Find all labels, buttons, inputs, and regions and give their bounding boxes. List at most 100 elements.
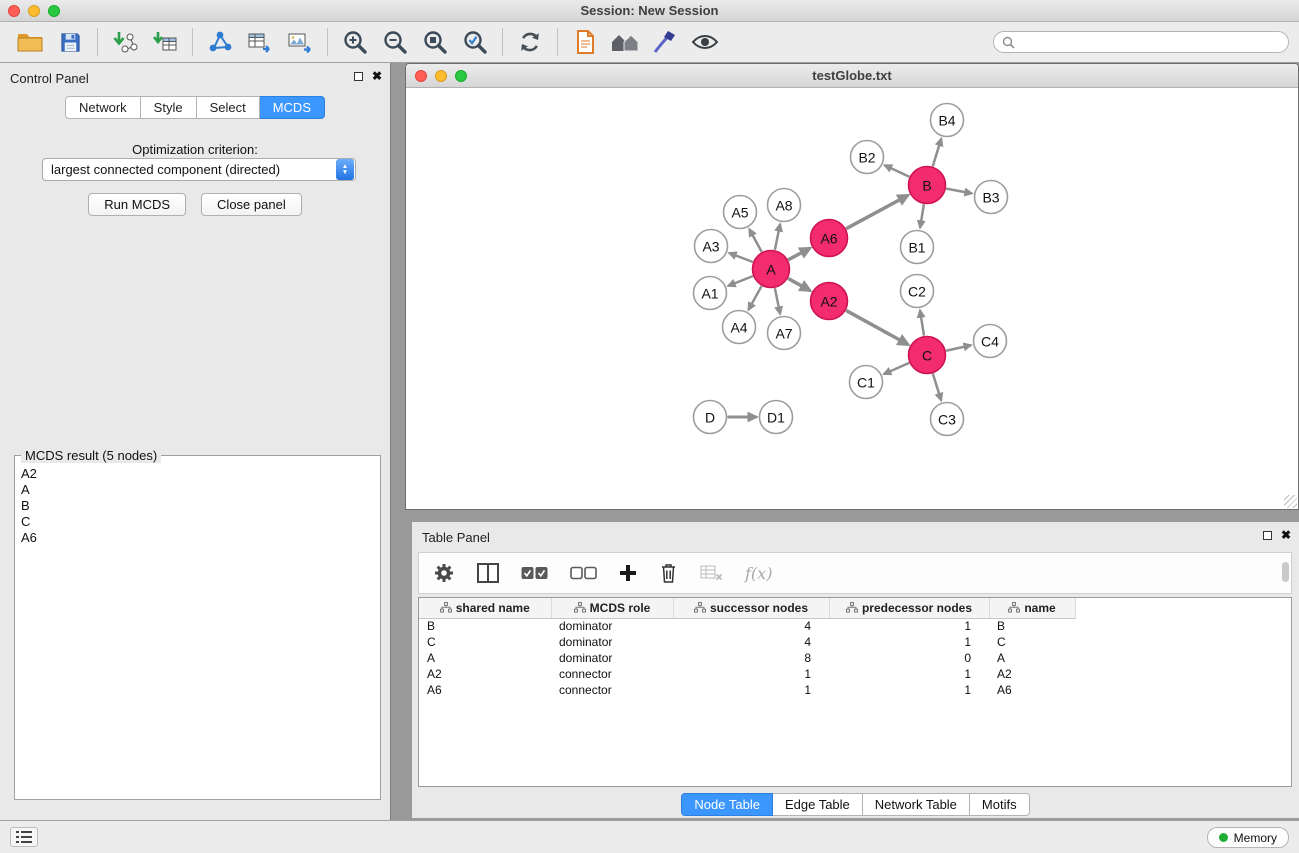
table-scrollbar-thumb[interactable] <box>1282 562 1289 582</box>
edge-C-C1[interactable] <box>884 363 909 374</box>
zoom-selected-button[interactable] <box>455 25 495 59</box>
edge-B-B4[interactable] <box>933 139 942 167</box>
import-table-file-button[interactable] <box>145 25 185 59</box>
search-input[interactable] <box>1020 35 1280 49</box>
column-header-MCDS-role[interactable]: MCDS role <box>551 598 673 618</box>
open-session-button[interactable] <box>10 25 50 59</box>
mcds-result-item[interactable]: A2 <box>21 466 374 482</box>
mcds-result-item[interactable]: A6 <box>21 530 374 546</box>
edge-C-C4[interactable] <box>946 345 971 351</box>
tab-edge-table[interactable]: Edge Table <box>773 793 863 816</box>
graph-node-C2[interactable]: C2 <box>901 275 934 308</box>
zoom-in-button[interactable] <box>335 25 375 59</box>
table-row[interactable]: Bdominator41B <box>419 618 1075 634</box>
graph-node-A1[interactable]: A1 <box>694 277 727 310</box>
graph-node-D[interactable]: D <box>694 401 727 434</box>
run-mcds-button[interactable]: Run MCDS <box>88 193 186 216</box>
minimize-window-button[interactable] <box>28 5 40 17</box>
memory-button[interactable]: Memory <box>1207 827 1289 848</box>
edge-A2-C[interactable] <box>846 310 908 344</box>
tab-node-table[interactable]: Node Table <box>681 793 773 816</box>
tab-network[interactable]: Network <box>65 96 141 119</box>
edge-B-B3[interactable] <box>946 189 972 194</box>
graph-node-B[interactable]: B <box>909 167 946 204</box>
graph-node-B2[interactable]: B2 <box>851 141 884 174</box>
mcds-result-item[interactable]: B <box>21 498 374 514</box>
graph-node-A[interactable]: A <box>753 251 790 288</box>
network-maximize-button[interactable] <box>455 70 467 82</box>
graph-node-D1[interactable]: D1 <box>760 401 793 434</box>
edge-A-A7[interactable] <box>775 288 780 314</box>
panel-list-button[interactable] <box>10 827 38 847</box>
column-header-predecessor-nodes[interactable]: predecessor nodes <box>829 598 989 618</box>
refresh-button[interactable] <box>510 25 550 59</box>
edge-A-A2[interactable] <box>788 278 810 290</box>
tab-select[interactable]: Select <box>197 96 260 119</box>
graph-node-C4[interactable]: C4 <box>974 325 1007 358</box>
column-header-shared-name[interactable]: shared name <box>419 598 551 618</box>
mcds-result-item[interactable]: C <box>21 514 374 530</box>
graph-node-C1[interactable]: C1 <box>850 366 883 399</box>
table-row[interactable]: A6connector11A6 <box>419 682 1075 698</box>
edge-A-A3[interactable] <box>729 253 753 262</box>
edge-A-A1[interactable] <box>728 276 753 286</box>
export-table-button[interactable] <box>240 25 280 59</box>
network-canvas[interactable]: B4 B2 B B3 A5 A8 A6 A3 B1 A C2 A1 A2 A4 A7 C4 C C1 D D1 C3 <box>406 88 1298 509</box>
function-builder-button[interactable]: f(x) <box>745 556 772 590</box>
graph-node-A6[interactable]: A6 <box>811 220 848 257</box>
table-row[interactable]: Cdominator41C <box>419 634 1075 650</box>
graph-node-B1[interactable]: B1 <box>901 231 934 264</box>
edge-A6-B[interactable] <box>846 195 908 228</box>
save-session-button[interactable] <box>50 25 90 59</box>
edge-C-C2[interactable] <box>920 310 924 335</box>
close-window-button[interactable] <box>8 5 20 17</box>
optimization-criterion-select[interactable]: largest connected component (directed) ▲… <box>42 158 356 181</box>
tab-motifs[interactable]: Motifs <box>970 793 1030 816</box>
close-panel-icon[interactable]: ✖ <box>372 71 382 81</box>
edge-C-C3[interactable] <box>933 374 941 401</box>
style-brush-button[interactable] <box>645 25 685 59</box>
import-network-file-button[interactable] <box>105 25 145 59</box>
new-network-button[interactable] <box>200 25 240 59</box>
graph-node-A2[interactable]: A2 <box>811 283 848 320</box>
open-document-button[interactable] <box>565 25 605 59</box>
graph-node-A3[interactable]: A3 <box>695 230 728 263</box>
edge-A-A6[interactable] <box>788 248 810 260</box>
edge-A-A8[interactable] <box>775 224 780 250</box>
close-table-panel-icon[interactable]: ✖ <box>1281 530 1291 540</box>
tab-mcds[interactable]: MCDS <box>260 96 325 119</box>
graph-node-A5[interactable]: A5 <box>724 196 757 229</box>
float-panel-icon[interactable] <box>354 72 363 81</box>
search-field[interactable] <box>993 31 1289 53</box>
float-table-panel-icon[interactable] <box>1263 531 1272 540</box>
graph-node-A7[interactable]: A7 <box>768 317 801 350</box>
edge-A-A4[interactable] <box>748 286 761 310</box>
close-panel-button[interactable]: Close panel <box>201 193 302 216</box>
graph-node-A4[interactable]: A4 <box>723 311 756 344</box>
home-layout-button[interactable] <box>605 25 645 59</box>
table-row[interactable]: Adominator80A <box>419 650 1075 666</box>
resize-grip[interactable] <box>1284 495 1297 508</box>
show-hide-button[interactable] <box>685 25 725 59</box>
delete-column-button[interactable] <box>659 556 678 590</box>
deselect-all-rows-button[interactable] <box>570 556 597 590</box>
zoom-out-button[interactable] <box>375 25 415 59</box>
network-minimize-button[interactable] <box>435 70 447 82</box>
delete-table-button[interactable] <box>700 556 723 590</box>
graph-node-A8[interactable]: A8 <box>768 189 801 222</box>
graph-node-C3[interactable]: C3 <box>931 403 964 436</box>
maximize-window-button[interactable] <box>48 5 60 17</box>
export-image-button[interactable] <box>280 25 320 59</box>
show-columns-button[interactable] <box>477 556 499 590</box>
add-column-button[interactable] <box>619 556 637 590</box>
edge-B-B2[interactable] <box>885 165 910 177</box>
table-settings-button[interactable] <box>433 556 455 590</box>
graph-node-B4[interactable]: B4 <box>931 104 964 137</box>
graph-node-B3[interactable]: B3 <box>975 181 1008 214</box>
table-row[interactable]: A2connector11A2 <box>419 666 1075 682</box>
edge-B-B1[interactable] <box>920 204 924 227</box>
select-all-rows-button[interactable] <box>521 556 548 590</box>
column-header-successor-nodes[interactable]: successor nodes <box>673 598 829 618</box>
graph-node-C[interactable]: C <box>909 337 946 374</box>
tab-style[interactable]: Style <box>141 96 197 119</box>
